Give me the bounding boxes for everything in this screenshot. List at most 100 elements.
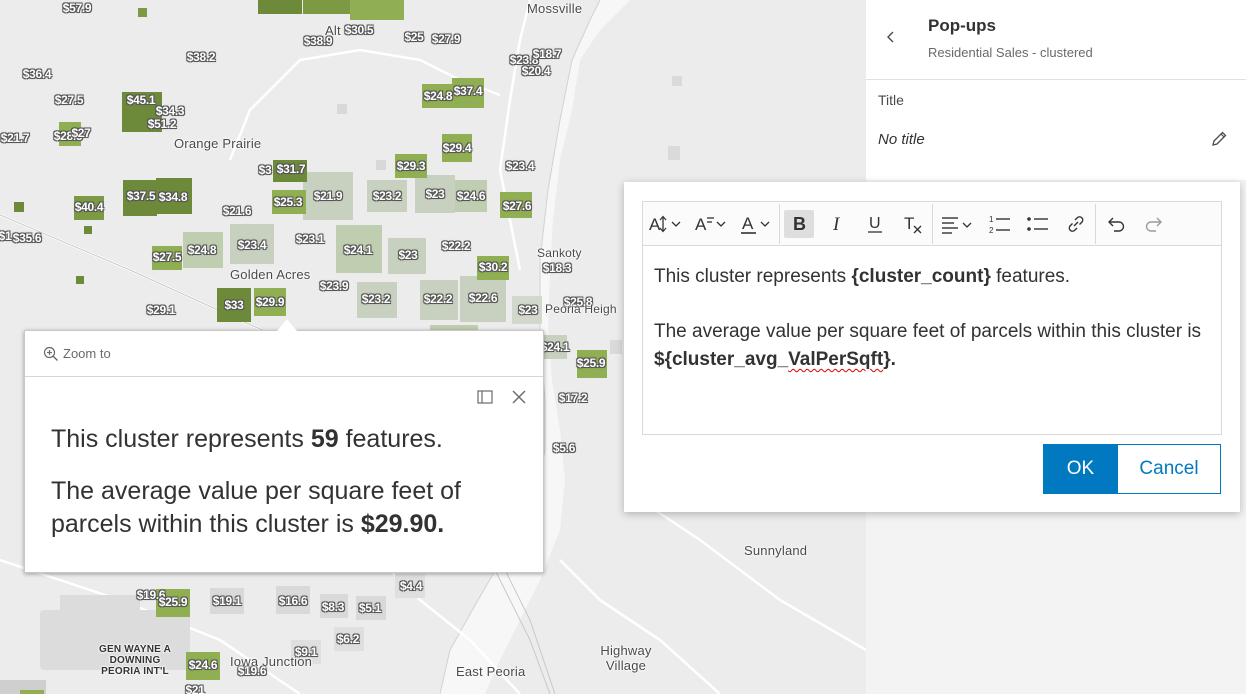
dock-button[interactable]: [477, 389, 493, 405]
cluster-label: $51.2: [147, 117, 177, 131]
cluster-symbol[interactable]: [76, 276, 84, 284]
panel-header: Pop-ups Residential Sales - clustered: [866, 0, 1246, 80]
cluster-label: $21: [185, 683, 205, 694]
cluster-label: $34.3: [155, 104, 185, 118]
cluster-label: $23.2: [372, 189, 402, 203]
cluster-label: $37.4: [453, 84, 483, 98]
font-size-icon: A: [649, 215, 681, 234]
numbered-list-button[interactable]: 1 2: [981, 202, 1019, 246]
cluster-label: $3: [258, 163, 272, 177]
align-button[interactable]: [933, 202, 981, 246]
cluster-symbol[interactable]: [258, 0, 302, 14]
place-label: East Peoria: [456, 664, 526, 679]
cancel-button[interactable]: Cancel: [1117, 444, 1221, 494]
cluster-symbol[interactable]: [303, 0, 351, 14]
font-color-button[interactable]: A: [735, 202, 779, 246]
underline-button[interactable]: U: [856, 202, 894, 246]
link-icon: [1068, 215, 1084, 232]
cluster-label: $24.6: [456, 189, 486, 203]
italic-icon: I: [832, 214, 841, 235]
bold-icon: B: [793, 214, 806, 234]
cluster-label: $30.5: [344, 23, 374, 37]
cluster-label: $24.8: [187, 243, 217, 257]
cluster-label: $22.6: [468, 291, 498, 305]
font-size-button[interactable]: A: [643, 202, 691, 246]
place-label: Iowa Junction: [230, 654, 313, 669]
field-token: ${cluster_avg_ValPerSqft}.: [654, 349, 896, 370]
cluster-label: $27.5: [152, 250, 182, 264]
svg-text:1: 1: [989, 215, 994, 224]
cluster-label: $16.6: [278, 594, 308, 608]
cluster-label: $17.2: [558, 391, 588, 405]
bulleted-list-button[interactable]: [1019, 202, 1057, 246]
cluster-label: $40.4: [74, 200, 104, 214]
place-label: Alt: [325, 23, 341, 38]
font-color-icon: A: [741, 214, 770, 234]
undo-icon: [1108, 217, 1125, 232]
editor-text: This cluster represents: [654, 266, 852, 287]
popup-text: features.: [338, 425, 443, 453]
cluster-label: $33: [224, 298, 244, 312]
field-token-part: ValPerSqft: [788, 349, 884, 370]
back-button[interactable]: [884, 28, 898, 51]
cluster-label: $19.1: [212, 594, 242, 608]
cluster-label: $35.6: [12, 231, 42, 245]
popup-text: This cluster represents: [51, 425, 311, 453]
svg-text:B: B: [793, 214, 806, 234]
map-popup: Zoom to This cluster represents 59 featu…: [24, 319, 544, 573]
undo-button[interactable]: [1096, 202, 1136, 246]
cluster-label: $57.9: [62, 1, 92, 15]
edit-title-button[interactable]: [1210, 130, 1228, 148]
close-button[interactable]: [511, 389, 527, 405]
cluster-symbol[interactable]: [14, 202, 24, 212]
ok-button[interactable]: OK: [1043, 444, 1118, 494]
cluster-symbol[interactable]: [138, 8, 147, 17]
dock-icon: [477, 390, 493, 404]
place-label: Mossville: [527, 1, 583, 16]
place-label: GEN WAYNE A DOWNING PEORIA INT'L: [98, 644, 172, 677]
bold-button[interactable]: B: [780, 202, 818, 246]
cluster-label: $27.6: [502, 199, 532, 213]
popup-pointer: [277, 319, 297, 331]
place-label: Sunnyland: [744, 543, 808, 558]
editor-paragraph-average: The average value per square feet of par…: [654, 318, 1210, 374]
editor-text: The average value per square feet of par…: [654, 321, 1202, 342]
field-token-part: }.: [883, 349, 896, 370]
redo-button[interactable]: [1136, 202, 1172, 246]
cluster-label: $18.7: [532, 47, 562, 61]
rich-text-area[interactable]: This cluster represents {cluster_count} …: [642, 245, 1222, 435]
cluster-label: $34.8: [158, 190, 188, 204]
cluster-label: $1: [0, 229, 12, 243]
svg-text:2: 2: [989, 226, 994, 235]
cluster-symbol[interactable]: [350, 0, 404, 20]
cluster-label: $38.2: [186, 50, 216, 64]
svg-text:A: A: [742, 214, 754, 233]
link-button[interactable]: [1057, 202, 1095, 246]
cluster-label: $30.2: [478, 260, 508, 274]
cluster-label: $29.3: [396, 159, 426, 173]
zoom-to-button[interactable]: Zoom to: [43, 346, 111, 362]
cluster-label: $23.1: [295, 232, 325, 246]
cluster-symbol[interactable]: [84, 226, 92, 234]
close-icon: [512, 390, 526, 404]
place-label: Highway Village: [600, 643, 652, 673]
cluster-label: $23: [398, 248, 418, 262]
cluster-label: $24.8: [423, 89, 453, 103]
cluster-label: $23: [518, 303, 538, 317]
cluster-label: $25: [404, 30, 424, 44]
cluster-label: $18.3: [542, 261, 572, 275]
editor-toolbar: A A A B I U T 1 2: [642, 201, 1222, 245]
italic-button[interactable]: I: [818, 202, 856, 246]
cluster-symbol[interactable]: [20, 690, 44, 694]
title-section: Title No title: [866, 80, 1246, 180]
clear-format-button[interactable]: T: [894, 202, 932, 246]
cluster-label: $5.6: [552, 441, 576, 455]
cluster-label: $22.2: [441, 239, 471, 253]
svg-text:A: A: [649, 215, 661, 234]
redo-icon: [1145, 217, 1162, 232]
svg-text:A: A: [695, 215, 707, 234]
svg-text:U: U: [869, 215, 881, 232]
heading-button[interactable]: A: [691, 202, 735, 246]
cluster-label: $21.6: [222, 204, 252, 218]
cluster-label: $22.2: [423, 292, 453, 306]
